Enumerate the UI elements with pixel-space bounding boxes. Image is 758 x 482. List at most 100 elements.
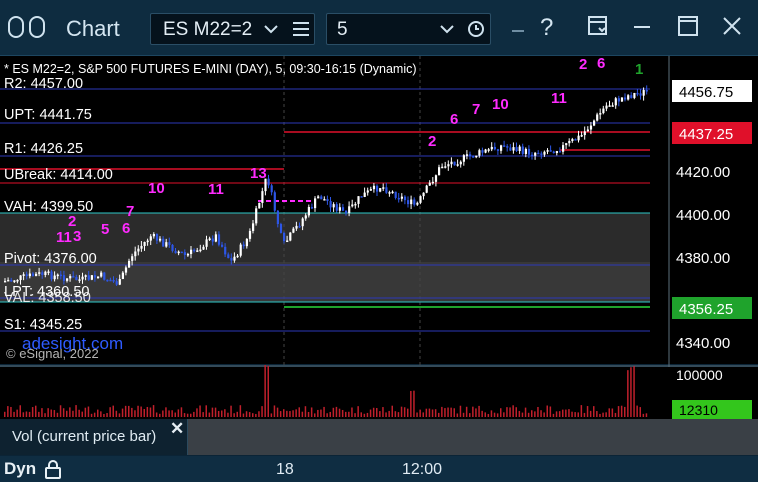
- candle-body: [252, 223, 255, 231]
- volume-bar: [639, 407, 641, 417]
- volume-bar: [143, 409, 145, 417]
- vol-panel-tab[interactable]: Vol (current price bar) ✕: [0, 419, 188, 455]
- volume-bar: [329, 411, 331, 417]
- clock-icon[interactable]: [467, 20, 485, 38]
- candle-body: [78, 279, 81, 281]
- candle-body: [478, 150, 481, 156]
- maximize-icon[interactable]: [676, 14, 704, 42]
- volume-bar: [431, 409, 434, 417]
- candle-body: [441, 166, 444, 169]
- volume-bar: [128, 405, 130, 417]
- volume-bar: [357, 406, 359, 417]
- candle-body: [624, 97, 627, 100]
- candle-body: [137, 248, 140, 252]
- dyn-mode-label[interactable]: Dyn: [4, 459, 36, 479]
- volume-bar: [7, 406, 9, 417]
- candle-body: [382, 187, 385, 189]
- volume-bar: [490, 410, 493, 417]
- volume-bar: [186, 413, 189, 417]
- volume-bar: [202, 412, 204, 417]
- volume-bar: [221, 410, 223, 417]
- volume-bar: [103, 413, 105, 417]
- volume-bar: [484, 412, 486, 417]
- chart-description: * ES M22=2, S&P 500 FUTURES E-MINI (DAY)…: [4, 62, 417, 76]
- price-pane: [0, 56, 669, 364]
- chevron-down-icon[interactable]: [263, 19, 279, 39]
- volume-bar: [53, 410, 56, 417]
- candle-body: [90, 275, 93, 280]
- template-icon[interactable]: [586, 14, 614, 42]
- close-icon[interactable]: [720, 14, 748, 42]
- candle-body: [394, 191, 397, 198]
- symbol-field[interactable]: ES M22=2: [150, 13, 315, 45]
- candle-body: [35, 273, 38, 276]
- volume-bar: [267, 365, 269, 417]
- volume-bar: [614, 412, 617, 417]
- candle-body: [397, 197, 400, 200]
- annotation: 11: [56, 229, 72, 246]
- candle-body: [540, 153, 543, 155]
- volume-bar: [586, 406, 589, 417]
- volume-bar: [552, 413, 555, 417]
- volume-bar: [382, 407, 384, 417]
- volume-bar: [475, 408, 477, 417]
- candle-body: [233, 256, 236, 261]
- minimize-icon[interactable]: [630, 14, 658, 42]
- volume-bar: [298, 407, 300, 417]
- candle-body: [267, 178, 270, 186]
- volume-bar: [345, 411, 347, 417]
- candle-body: [627, 95, 630, 100]
- candle-body: [577, 135, 580, 141]
- volume-bar: [211, 407, 214, 417]
- candle-body: [351, 204, 354, 207]
- volume-bar: [196, 408, 198, 417]
- volume-bar: [521, 412, 524, 417]
- close-icon[interactable]: ✕: [170, 419, 184, 439]
- candle-body: [115, 281, 118, 285]
- chevron-down-icon[interactable]: [439, 19, 455, 39]
- value-area-lower: [0, 262, 650, 302]
- candle-body: [283, 232, 286, 242]
- candle-body: [376, 185, 379, 192]
- candle-body: [124, 267, 128, 273]
- candle-body: [518, 146, 521, 152]
- time-label: 18: [276, 461, 294, 478]
- volume-bar: [137, 405, 139, 417]
- annotation: 7: [472, 101, 480, 118]
- candle-body: [630, 95, 633, 98]
- volume-bar: [571, 411, 573, 417]
- candle-body: [524, 148, 527, 154]
- help-icon[interactable]: ?: [540, 14, 553, 42]
- volume-bar: [428, 408, 431, 417]
- volume-bar: [506, 407, 508, 417]
- candle-body: [75, 276, 78, 280]
- volume-bar: [233, 413, 235, 417]
- volume-bar: [338, 408, 341, 417]
- volume-bar: [56, 412, 59, 417]
- price-chart[interactable]: * ES M22=2, S&P 500 FUTURES E-MINI (DAY)…: [0, 56, 758, 456]
- title-bar: Chart ES M22=2 5 ?: [0, 0, 758, 56]
- volume-bar: [109, 407, 111, 417]
- level-label-ubreak: UBreak: 4414.00: [4, 167, 113, 183]
- volume-bar: [366, 412, 369, 417]
- candle-body: [28, 273, 31, 277]
- volume-bar: [558, 411, 561, 417]
- volume-bar: [180, 407, 183, 417]
- lock-icon[interactable]: [44, 459, 62, 479]
- volume-bar: [171, 410, 173, 417]
- volume-bar: [376, 408, 378, 417]
- volume-bar: [214, 407, 217, 417]
- minimize-dash-icon[interactable]: [512, 30, 524, 32]
- candle-body: [493, 146, 496, 150]
- time-axis[interactable]: Dyn 18 12:00: [0, 456, 758, 482]
- candle-body: [202, 246, 205, 250]
- volume-bar: [400, 406, 403, 417]
- volume-bar: [509, 407, 511, 417]
- symbol-menu-icon[interactable]: [293, 22, 309, 36]
- chart-area[interactable]: * ES M22=2, S&P 500 FUTURES E-MINI (DAY)…: [0, 56, 758, 456]
- interval-field[interactable]: 5: [326, 13, 491, 45]
- volume-bar: [115, 410, 118, 417]
- volume-bar: [276, 407, 279, 417]
- annotation: 3: [73, 228, 81, 245]
- candle-body: [10, 279, 13, 282]
